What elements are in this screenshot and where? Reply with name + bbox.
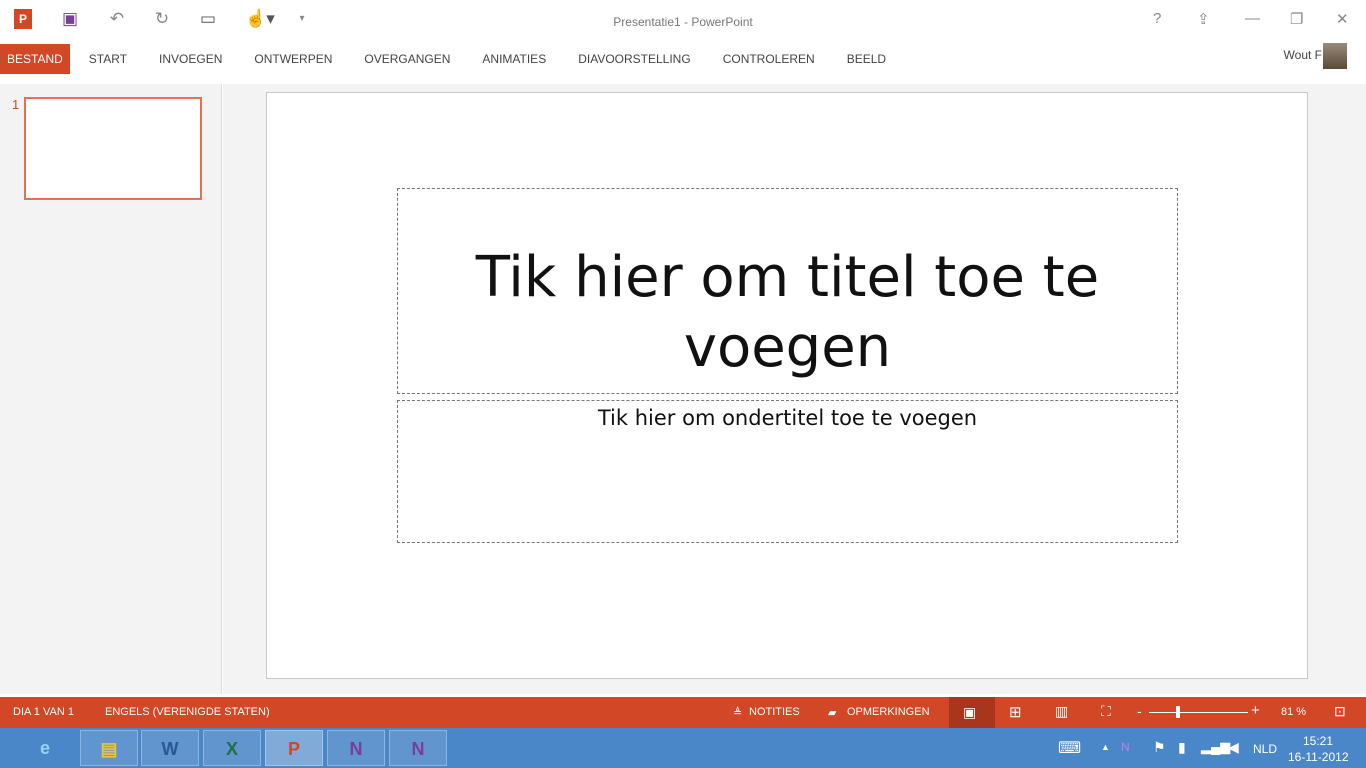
subtitle-placeholder[interactable]: Tik hier om ondertitel toe te voegen [397, 400, 1178, 543]
avatar[interactable] [1323, 43, 1347, 69]
slide-info: DIA 1 VAN 1 [13, 706, 74, 718]
zoom-slider-thumb[interactable] [1175, 706, 1180, 718]
language-indicator[interactable]: NLD [1253, 742, 1277, 756]
clock-date[interactable]: 16-11-2012 [1288, 750, 1349, 764]
zoom-in-button[interactable]: + [1251, 702, 1260, 719]
thumbnail-number: 1 [12, 97, 20, 112]
taskbar: e ▤ W X P N N ⌨ ▲ N ⚑ ▮ ▂▄▆ ◀ NLD 15:21 … [0, 728, 1366, 768]
zoom-slider[interactable] [1149, 712, 1248, 713]
tab-beeld[interactable]: BEELD [831, 44, 902, 74]
help-icon[interactable]: ? [1153, 10, 1161, 27]
onenote-icon[interactable]: N [327, 730, 385, 766]
tab-diavoorstelling[interactable]: DIAVOORSTELLING [562, 44, 706, 74]
comments-icon: ▰ [828, 707, 837, 719]
internet-explorer-icon[interactable]: e [16, 730, 74, 766]
quick-access-toolbar: P ▣ ↶ ↻ ▭ ☝▾ ▾ Presentatie1 - PowerPoint… [0, 0, 1366, 40]
fit-to-window-icon[interactable]: ⊡ [1334, 703, 1346, 720]
reading-view-icon[interactable]: ▥ [1055, 703, 1068, 720]
show-hidden-icons[interactable]: ▲ [1101, 742, 1110, 752]
powerpoint-taskbar-icon[interactable]: P [265, 730, 323, 766]
battery-icon[interactable]: ▮ [1178, 739, 1186, 756]
file-explorer-icon[interactable]: ▤ [80, 730, 138, 766]
tab-controleren[interactable]: CONTROLEREN [707, 44, 831, 74]
zoom-level[interactable]: 81 % [1281, 706, 1306, 718]
slide-sorter-icon[interactable]: ⊞ [1009, 703, 1022, 721]
word-icon[interactable]: W [141, 730, 199, 766]
volume-icon[interactable]: ◀ [1228, 739, 1239, 756]
comments-button[interactable]: OPMERKINGEN [847, 706, 930, 718]
tab-overgangen[interactable]: OVERGANGEN [348, 44, 466, 74]
tab-bestand[interactable]: BESTAND [0, 44, 70, 74]
keyboard-icon[interactable]: ⌨ [1058, 738, 1081, 758]
clock-time[interactable]: 15:21 [1303, 734, 1333, 748]
ribbon-display-icon[interactable]: ⇪ [1197, 10, 1210, 28]
tab-ontwerpen[interactable]: ONTWERPEN [238, 44, 348, 74]
title-placeholder[interactable]: Tik hier om titel toe te voegen [397, 188, 1178, 394]
slideshow-view-icon[interactable]: ⛶ [1101, 703, 1111, 720]
action-center-icon[interactable]: ⚑ [1153, 739, 1166, 756]
zoom-out-button[interactable]: - [1137, 703, 1142, 719]
slide-thumbnail[interactable] [24, 97, 202, 200]
ribbon-tabs: BESTAND START INVOEGEN ONTWERPEN OVERGAN… [0, 44, 902, 74]
language-status[interactable]: ENGELS (VERENIGDE STATEN) [105, 706, 270, 718]
onenote-clipper-icon[interactable]: N [389, 730, 447, 766]
onenote-tray-icon[interactable]: N [1121, 740, 1130, 754]
minimize-icon[interactable]: — [1245, 10, 1260, 27]
restore-icon[interactable]: ❐ [1290, 10, 1303, 28]
network-icon[interactable]: ▂▄▆ [1201, 739, 1230, 755]
notes-button[interactable]: NOTITIES [749, 706, 800, 718]
normal-view-icon: ▣ [963, 704, 977, 720]
user-name[interactable]: Wout F [1284, 48, 1322, 62]
tab-invoegen[interactable]: INVOEGEN [143, 44, 238, 74]
tab-start[interactable]: START [73, 44, 143, 74]
status-bar: DIA 1 VAN 1 ENGELS (VERENIGDE STATEN) ≜ … [0, 697, 1366, 728]
excel-icon[interactable]: X [203, 730, 261, 766]
close-icon[interactable]: ✕ [1336, 10, 1349, 28]
notes-icon: ≜ [733, 707, 743, 719]
tab-animaties[interactable]: ANIMATIES [466, 44, 562, 74]
